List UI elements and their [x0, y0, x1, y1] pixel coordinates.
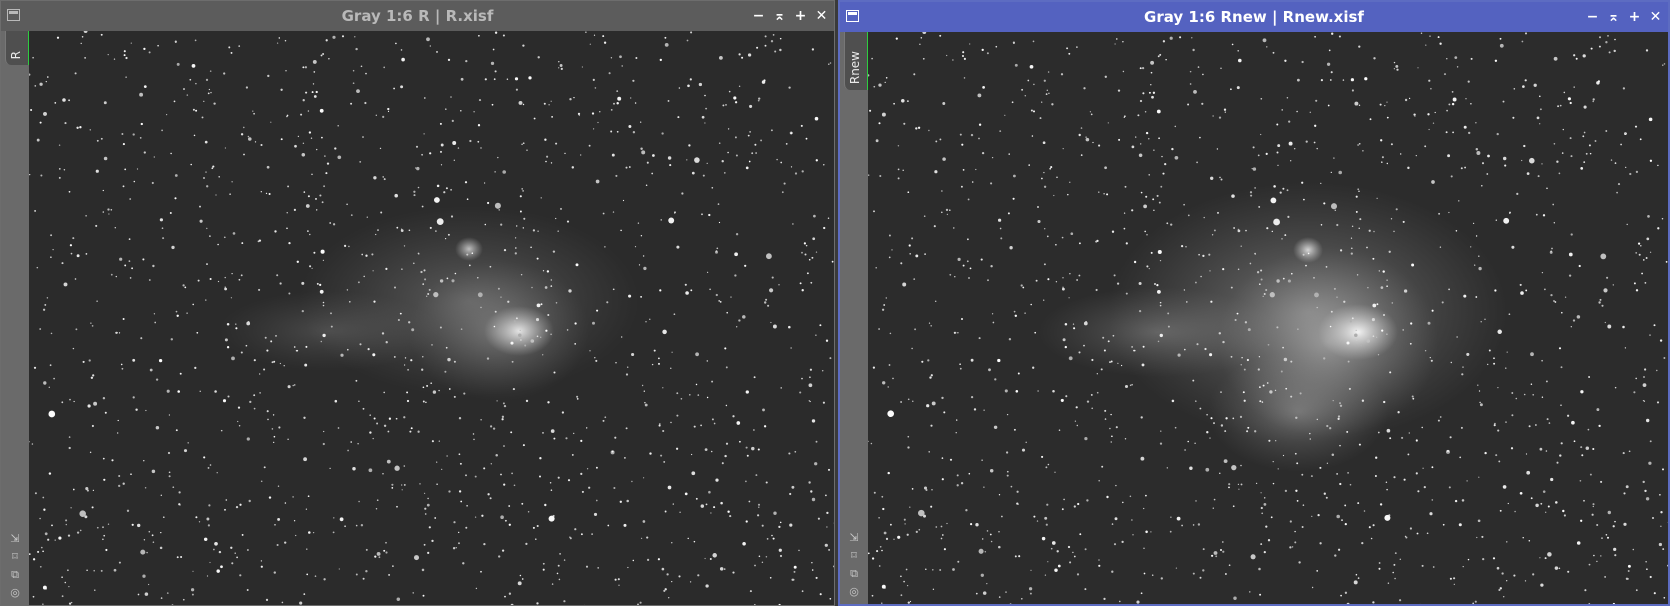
maximize-button[interactable]: +	[1628, 9, 1641, 25]
close-button[interactable]: ✕	[815, 8, 828, 24]
zoom-icon[interactable]: ⌑	[847, 549, 861, 562]
clone-icon[interactable]: ⧉	[8, 568, 22, 581]
sidebar-tools: ⇲ ⌑ ⧉ ◎	[1, 532, 29, 599]
image-canvas[interactable]	[868, 32, 1668, 604]
starfield-image	[29, 31, 834, 605]
image-window-r[interactable]: Gray 1:6 R | R.xisf − ⌅ + ✕ R ⇲ ⌑ ⧉ ◎	[0, 0, 835, 606]
view-tab-rnew[interactable]: Rnew	[844, 32, 869, 90]
view-tab-r[interactable]: R	[5, 31, 30, 65]
window-title: Gray 1:6 R | R.xisf	[341, 7, 494, 25]
window-titlebar[interactable]: Gray 1:6 R | R.xisf − ⌅ + ✕	[1, 1, 834, 31]
minimize-button[interactable]: −	[1586, 9, 1599, 25]
target-icon[interactable]: ◎	[8, 586, 22, 599]
minimize-button[interactable]: −	[752, 8, 765, 24]
image-window-rnew[interactable]: Gray 1:6 Rnew | Rnew.xisf − ⌅ + ✕ Rnew ⇲…	[838, 0, 1670, 606]
fit-view-icon[interactable]: ⇲	[8, 532, 22, 545]
view-id-label: Rnew	[848, 50, 862, 84]
window-controls: − ⌅ + ✕	[752, 1, 828, 31]
clone-icon[interactable]: ⧉	[847, 567, 861, 580]
view-sidebar: R ⇲ ⌑ ⧉ ◎	[1, 31, 30, 605]
window-title: Gray 1:6 Rnew | Rnew.xisf	[1144, 8, 1364, 26]
maximize-button[interactable]: +	[794, 8, 807, 24]
fit-view-icon[interactable]: ⇲	[847, 531, 861, 544]
view-id-label: R	[9, 50, 23, 59]
starfield-image	[868, 32, 1668, 604]
target-icon[interactable]: ◎	[847, 585, 861, 598]
image-canvas[interactable]	[29, 31, 834, 605]
shade-button[interactable]: ⌅	[1607, 9, 1620, 25]
window-titlebar[interactable]: Gray 1:6 Rnew | Rnew.xisf − ⌅ + ✕	[840, 2, 1668, 32]
shade-button[interactable]: ⌅	[773, 8, 786, 24]
sidebar-tools: ⇲ ⌑ ⧉ ◎	[840, 531, 868, 598]
view-sidebar: Rnew ⇲ ⌑ ⧉ ◎	[840, 32, 869, 604]
zoom-icon[interactable]: ⌑	[8, 550, 22, 563]
window-controls: − ⌅ + ✕	[1586, 2, 1662, 32]
close-button[interactable]: ✕	[1649, 9, 1662, 25]
